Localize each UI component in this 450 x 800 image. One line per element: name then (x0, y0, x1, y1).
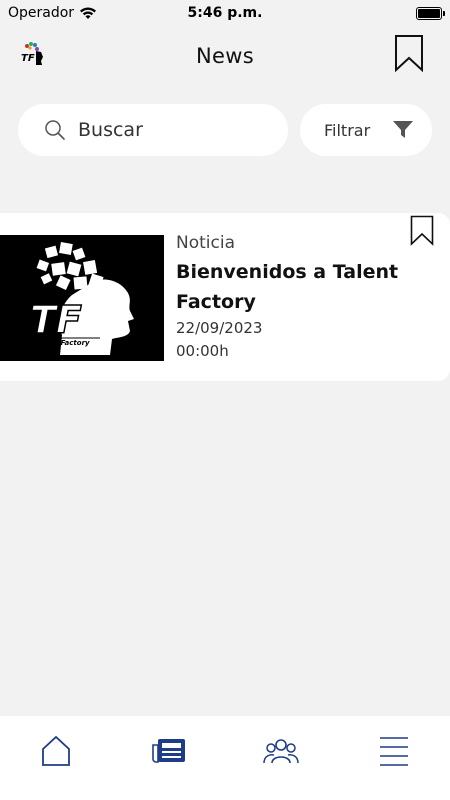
page-title: News (196, 44, 254, 68)
news-bookmark-icon[interactable] (410, 215, 434, 246)
menu-icon (379, 737, 408, 766)
nav-news[interactable] (139, 734, 199, 768)
filter-label: Filtrar (324, 120, 371, 140)
news-card[interactable]: TF Talent Factory Noticia Bienvenidos a … (0, 213, 450, 381)
status-bar: Operador 5:46 p.m. (0, 0, 450, 26)
nav-people[interactable] (251, 734, 311, 768)
nav-menu[interactable] (364, 734, 424, 768)
news-thumbnail: TF Talent Factory (0, 235, 164, 361)
app-logo-icon[interactable]: TF (18, 40, 46, 68)
filter-icon (393, 121, 413, 138)
news-title[interactable]: Bienvenidos a Talent Factory (176, 257, 406, 317)
newspaper-icon (151, 739, 185, 763)
thumbnail-tf-text: TF (30, 298, 82, 342)
search-input[interactable] (78, 119, 248, 141)
people-icon (263, 739, 299, 764)
carrier-label: Operador (8, 5, 75, 21)
bottom-nav (0, 716, 450, 800)
home-icon (42, 735, 71, 766)
wifi-icon (80, 7, 97, 19)
filter-button[interactable]: Filtrar (300, 104, 432, 156)
news-content: Noticia Bienvenidos a Talent Factory 22/… (176, 233, 406, 363)
battery-icon (416, 6, 445, 20)
talent-factory-logo-image: TF Talent Factory (0, 235, 164, 361)
news-date: 22/09/2023 (176, 319, 263, 337)
search-row: Filtrar (18, 104, 432, 156)
thumbnail-subtext: Talent Factory (34, 339, 90, 347)
nav-home[interactable] (26, 734, 86, 768)
news-category: Noticia (176, 233, 235, 253)
bookmark-icon[interactable] (394, 34, 424, 72)
header: TF News (0, 30, 450, 82)
search-icon (45, 120, 65, 140)
status-left: Operador (8, 5, 97, 21)
news-time: 00:00h (176, 342, 229, 360)
svg-text:TF: TF (21, 53, 35, 64)
search-box[interactable] (18, 104, 288, 156)
